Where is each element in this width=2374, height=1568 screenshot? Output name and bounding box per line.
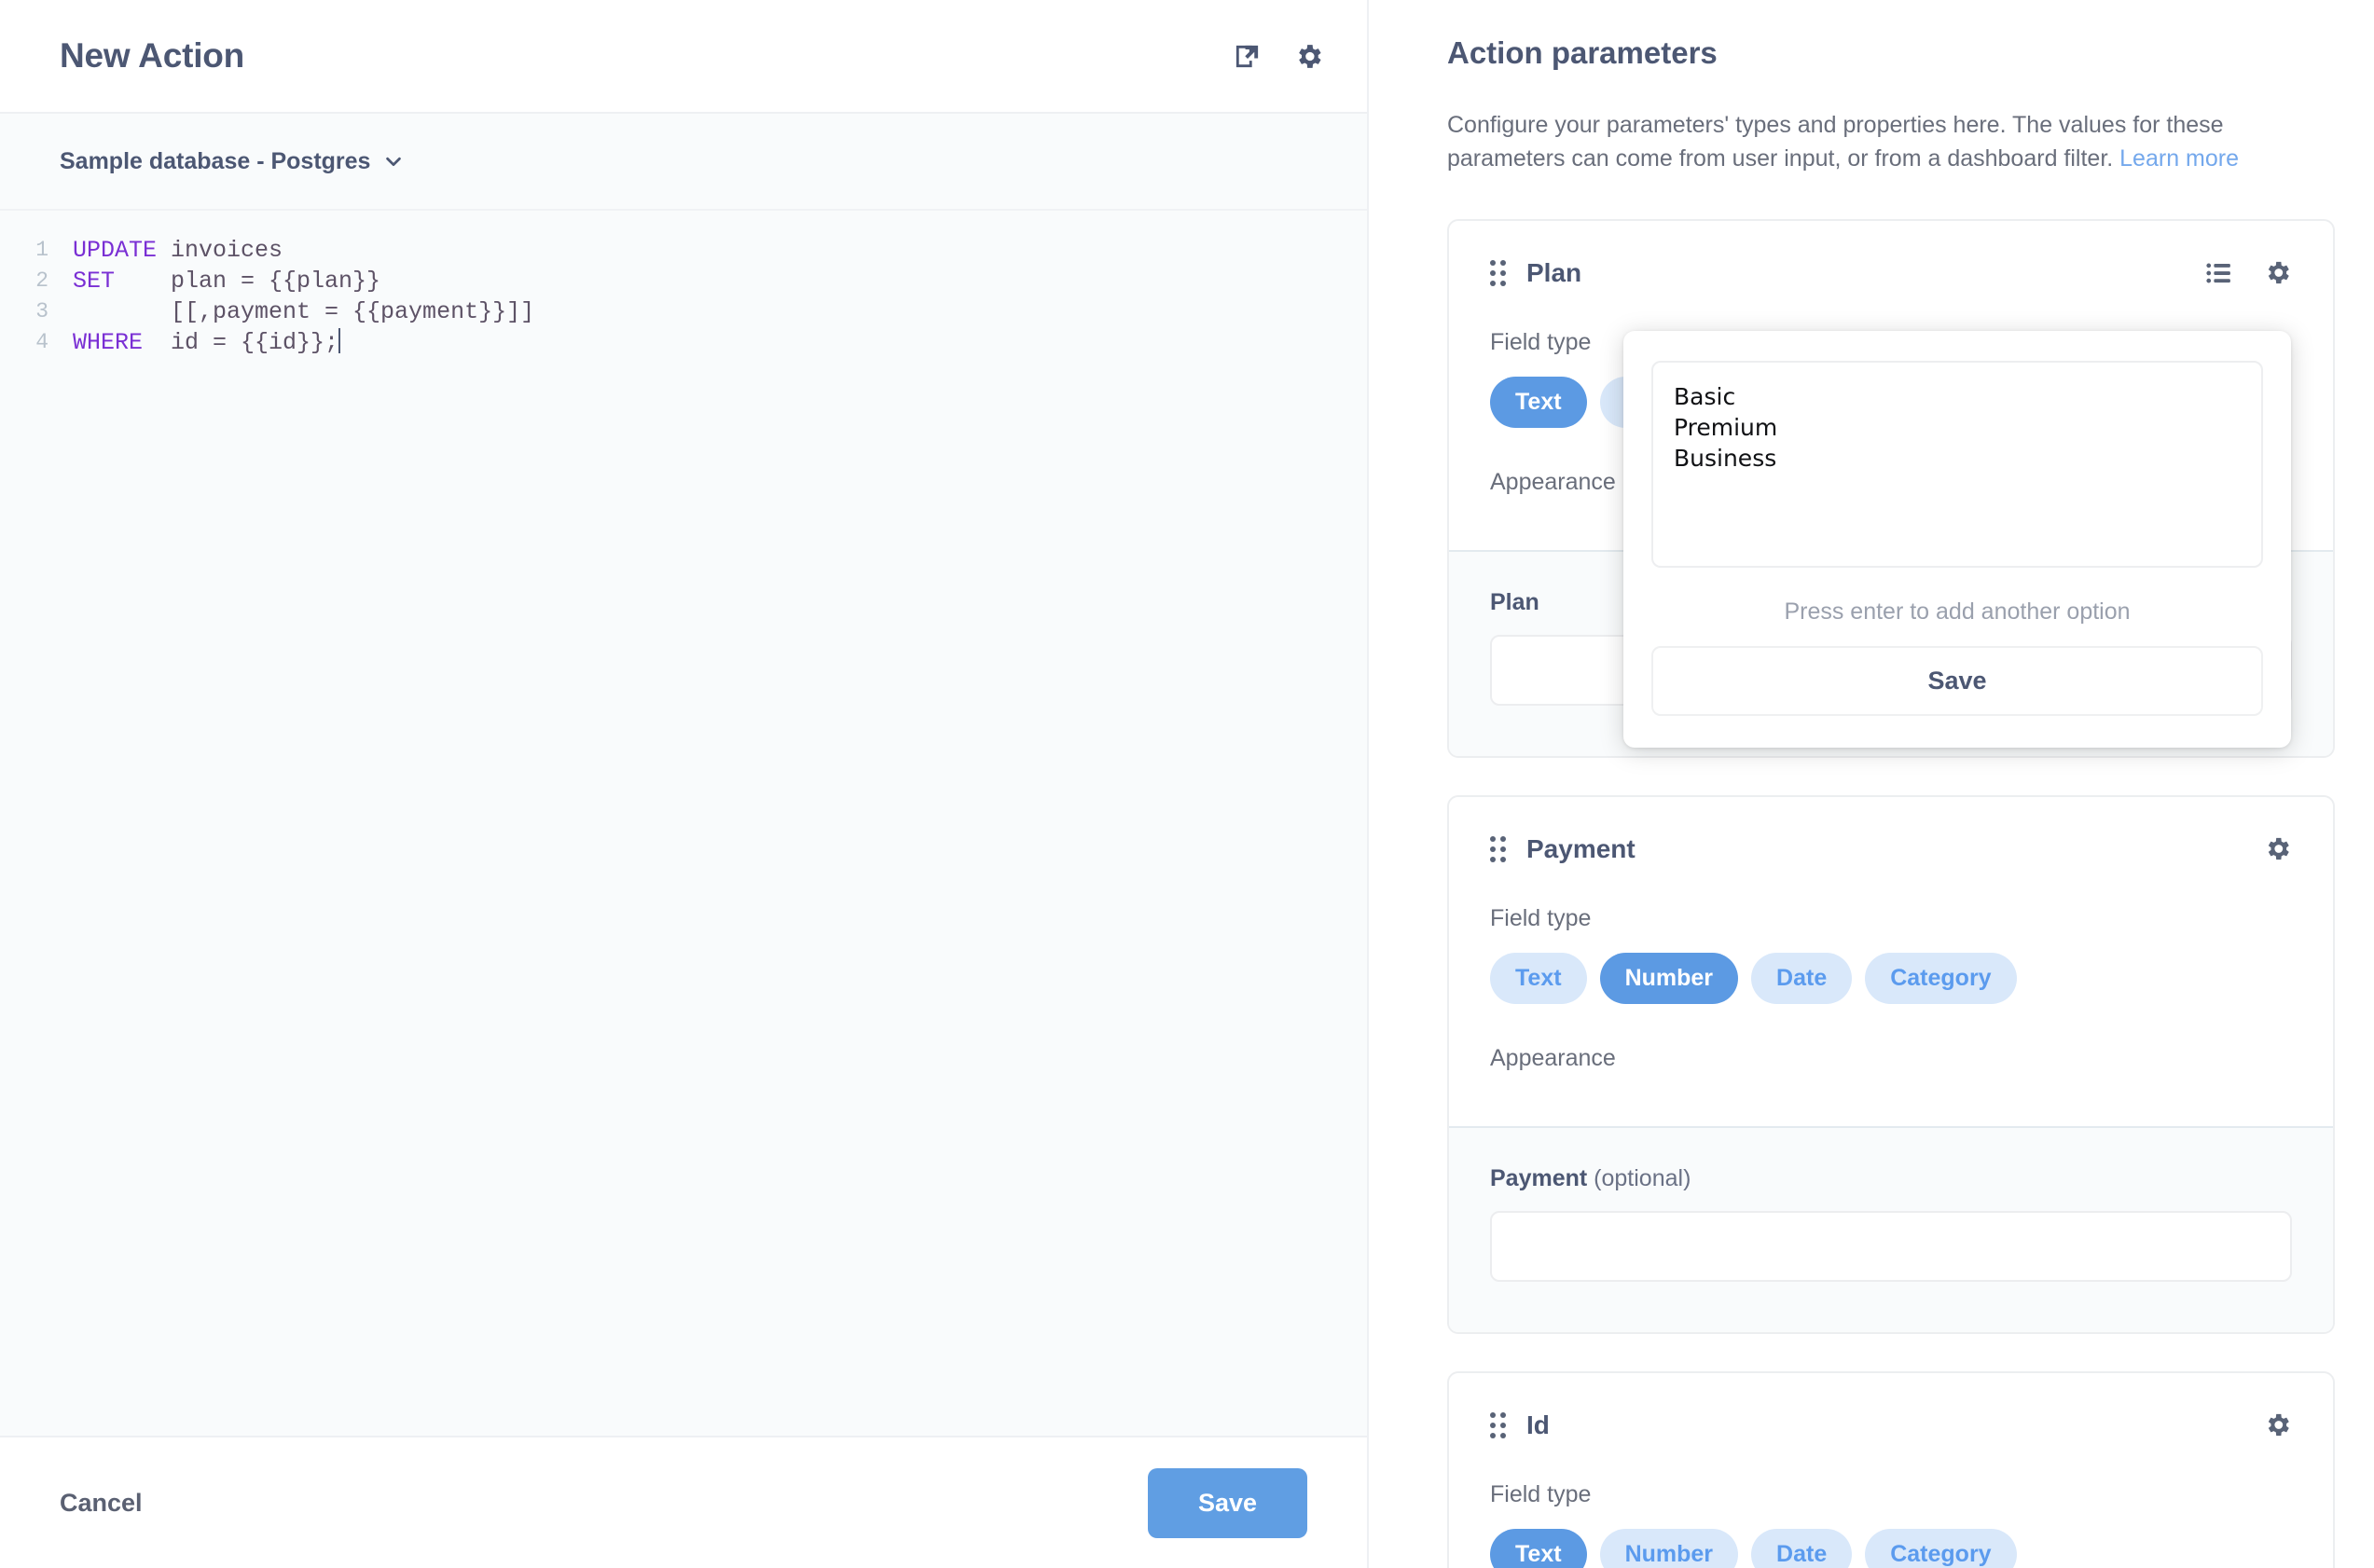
- preview-field-name: Payment: [1490, 1165, 1587, 1191]
- gear-icon[interactable]: [1293, 41, 1324, 72]
- appearance-label: Appearance: [1490, 1045, 2292, 1072]
- field-type-chip-text[interactable]: Text: [1490, 953, 1587, 1004]
- parameter-card-body: Id Field type Text Number Date Category: [1449, 1373, 2333, 1568]
- database-name-label: Sample database - Postgres: [60, 148, 370, 175]
- description-text: Configure your parameters' types and pro…: [1447, 112, 2224, 172]
- page-title: New Action: [60, 36, 1233, 76]
- field-type-chip-text[interactable]: Text: [1490, 1529, 1587, 1568]
- list-icon[interactable]: [2205, 259, 2233, 287]
- parameters-description: Configure your parameters' types and pro…: [1447, 108, 2324, 176]
- gear-icon[interactable]: [2263, 1410, 2292, 1439]
- parameter-card-header: Id: [1490, 1410, 2292, 1440]
- learn-more-link[interactable]: Learn more: [2119, 145, 2239, 172]
- field-type-chip-text[interactable]: Text: [1490, 377, 1587, 428]
- cancel-button[interactable]: Cancel: [60, 1489, 143, 1518]
- code-text: SET plan = {{plan}}: [48, 266, 380, 296]
- chevron-down-icon: [383, 151, 404, 172]
- data-reference-icon[interactable]: [1233, 42, 1262, 71]
- action-editor-screen: New Action Sample database - Postgres: [0, 0, 2374, 1568]
- field-type-label: Field type: [1490, 905, 2292, 932]
- line-number: 3: [0, 296, 48, 327]
- line-number: 1: [0, 235, 48, 266]
- query-editor-panel: New Action Sample database - Postgres: [0, 0, 1369, 1568]
- database-selector[interactable]: Sample database - Postgres: [60, 148, 404, 175]
- gear-icon[interactable]: [2263, 258, 2292, 287]
- parameter-card-actions: [2205, 258, 2292, 287]
- database-selector-bar: Sample database - Postgres: [0, 114, 1367, 211]
- field-type-label: Field type: [1490, 1481, 2292, 1508]
- editor-header-icons: [1233, 41, 1324, 72]
- field-type-chip-group: Text Number Date Category: [1490, 1529, 2292, 1568]
- parameter-name: Id: [1526, 1410, 2243, 1440]
- popover-save-button[interactable]: Save: [1651, 646, 2263, 716]
- save-button[interactable]: Save: [1148, 1468, 1307, 1538]
- editor-footer: Cancel Save: [0, 1436, 1367, 1568]
- field-type-chip-date[interactable]: Date: [1751, 1529, 1852, 1568]
- code-text: UPDATE invoices: [48, 235, 283, 266]
- parameter-card-header: Payment: [1490, 834, 2292, 864]
- field-type-chip-number[interactable]: Number: [1600, 1529, 1738, 1568]
- preview-input-payment[interactable]: [1490, 1211, 2292, 1282]
- preview-optional-tag: (optional): [1594, 1165, 1691, 1191]
- code-line: 3 [[,payment = {{payment}}]]: [0, 296, 1367, 327]
- drag-handle-icon[interactable]: [1490, 260, 1506, 286]
- line-number: 4: [0, 327, 48, 358]
- parameter-card-header: Plan: [1490, 258, 2292, 288]
- parameter-card-payment: Payment Field type Text Number Date Cat: [1447, 795, 2335, 1334]
- text-cursor: [338, 328, 340, 353]
- sql-editor[interactable]: 1 UPDATE invoices 2 SET plan = {{plan}} …: [0, 211, 1367, 1436]
- field-type-chip-number[interactable]: Number: [1600, 953, 1738, 1004]
- parameter-card-actions: [2263, 1410, 2292, 1439]
- parameter-name: Plan: [1526, 258, 2185, 288]
- field-type-chip-category[interactable]: Category: [1865, 1529, 2016, 1568]
- drag-handle-icon[interactable]: [1490, 1412, 1506, 1438]
- code-line: 2 SET plan = {{plan}}: [0, 266, 1367, 296]
- line-number: 2: [0, 266, 48, 296]
- code-text: [[,payment = {{payment}}]]: [48, 296, 534, 327]
- editor-header: New Action: [0, 0, 1367, 114]
- parameter-card-body: Payment Field type Text Number Date Cat: [1449, 797, 2333, 1126]
- options-textarea[interactable]: [1651, 361, 2263, 568]
- code-text: WHERE id = {{id}};: [48, 327, 340, 358]
- drag-handle-icon[interactable]: [1490, 836, 1506, 862]
- category-options-popover: Press enter to add another option Save: [1623, 331, 2291, 748]
- options-hint: Press enter to add another option: [1651, 598, 2263, 626]
- parameter-card-actions: [2263, 834, 2292, 863]
- code-line: 4 WHERE id = {{id}};: [0, 327, 1367, 358]
- parameter-preview: Payment (optional): [1449, 1126, 2333, 1332]
- code-line: 1 UPDATE invoices: [0, 235, 1367, 266]
- parameter-card-id: Id Field type Text Number Date Category: [1447, 1371, 2335, 1568]
- parameter-name: Payment: [1526, 834, 2243, 864]
- action-parameters-panel: Action parameters Configure your paramet…: [1369, 0, 2374, 1568]
- parameters-title: Action parameters: [1447, 35, 2335, 71]
- gear-icon[interactable]: [2263, 834, 2292, 863]
- field-type-chip-category[interactable]: Category: [1865, 953, 2016, 1004]
- field-type-chip-group: Text Number Date Category: [1490, 953, 2292, 1004]
- field-type-chip-date[interactable]: Date: [1751, 953, 1852, 1004]
- preview-field-label: Payment (optional): [1490, 1165, 2292, 1192]
